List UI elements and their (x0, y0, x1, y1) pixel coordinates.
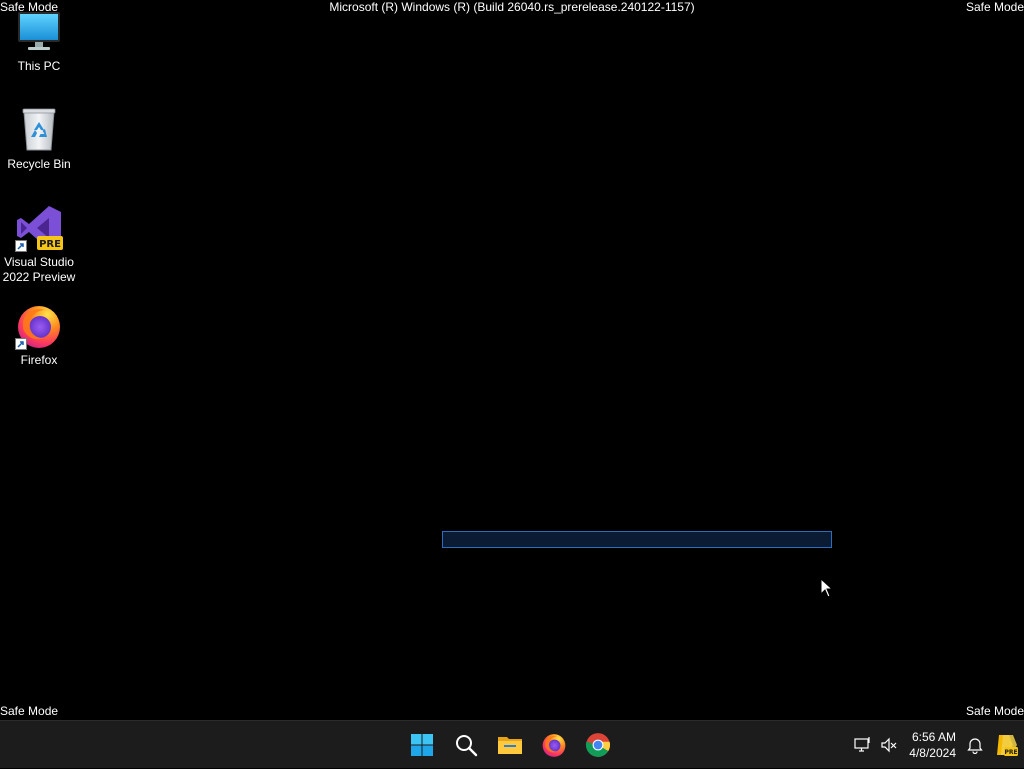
desktop-icon-label: Firefox (20, 353, 58, 367)
desktop-icon-recycle-bin[interactable]: Recycle Bin (2, 106, 76, 172)
desktop-icon-visual-studio[interactable]: PRE Visual Studio 2022 Preview (2, 204, 76, 285)
desktop-icon-label: Recycle Bin (7, 157, 71, 171)
mouse-cursor-icon (820, 577, 834, 598)
network-icon (854, 737, 870, 752)
taskbar: 6:56 AM 4/8/2024 PRE (0, 720, 1024, 768)
copilot-pre-icon: PRE (997, 735, 1018, 756)
desktop: Safe Mode Microsoft (R) Windows (R) (Bui… (0, 0, 1024, 720)
firefox-taskbar-button[interactable] (534, 725, 574, 765)
monitor-icon (15, 8, 63, 56)
shortcut-arrow-icon (15, 240, 27, 252)
desktop-icon-label: Visual Studio 2022 Preview (2, 255, 76, 284)
search-icon (456, 735, 478, 757)
windows-logo-icon (411, 734, 433, 756)
copilot-button[interactable]: PRE (988, 725, 1024, 765)
network-button[interactable] (850, 725, 876, 765)
progress-box (442, 531, 832, 548)
notifications-button[interactable] (962, 725, 988, 765)
build-title: Microsoft (R) Windows (R) (Build 26040.r… (329, 0, 695, 14)
firefox-icon (542, 734, 566, 757)
clock[interactable]: 6:56 AM 4/8/2024 (902, 729, 962, 761)
safe-mode-label-top-right: Safe Mode (965, 0, 1024, 14)
desktop-icon-label: This PC (17, 59, 61, 73)
desktop-icon-firefox[interactable]: Firefox (2, 302, 76, 368)
shortcut-arrow-icon (15, 338, 27, 350)
desktop-icon-this-pc[interactable]: This PC (2, 8, 76, 74)
start-button[interactable] (402, 725, 442, 765)
clock-time: 6:56 AM (911, 730, 956, 744)
visual-studio-icon: PRE (15, 204, 63, 252)
notification-bell-icon (967, 738, 983, 754)
safe-mode-label-bottom-right: Safe Mode (965, 704, 1024, 718)
pre-badge: PRE (39, 239, 61, 250)
volume-button[interactable] (876, 725, 902, 765)
safe-mode-label-bottom-left: Safe Mode (0, 704, 59, 718)
volume-muted-icon (881, 737, 897, 753)
chrome-icon (585, 733, 611, 757)
clock-date: 4/8/2024 (909, 746, 956, 760)
folder-icon (498, 737, 522, 754)
taskbar-apps (402, 721, 618, 769)
search-button[interactable] (446, 725, 486, 765)
system-tray: 6:56 AM 4/8/2024 PRE (850, 721, 1024, 769)
file-explorer-button[interactable] (490, 725, 530, 765)
firefox-icon (15, 302, 63, 350)
recycle-bin-icon (15, 106, 63, 154)
chrome-taskbar-button[interactable] (578, 725, 618, 765)
svg-text:PRE: PRE (1004, 749, 1017, 756)
